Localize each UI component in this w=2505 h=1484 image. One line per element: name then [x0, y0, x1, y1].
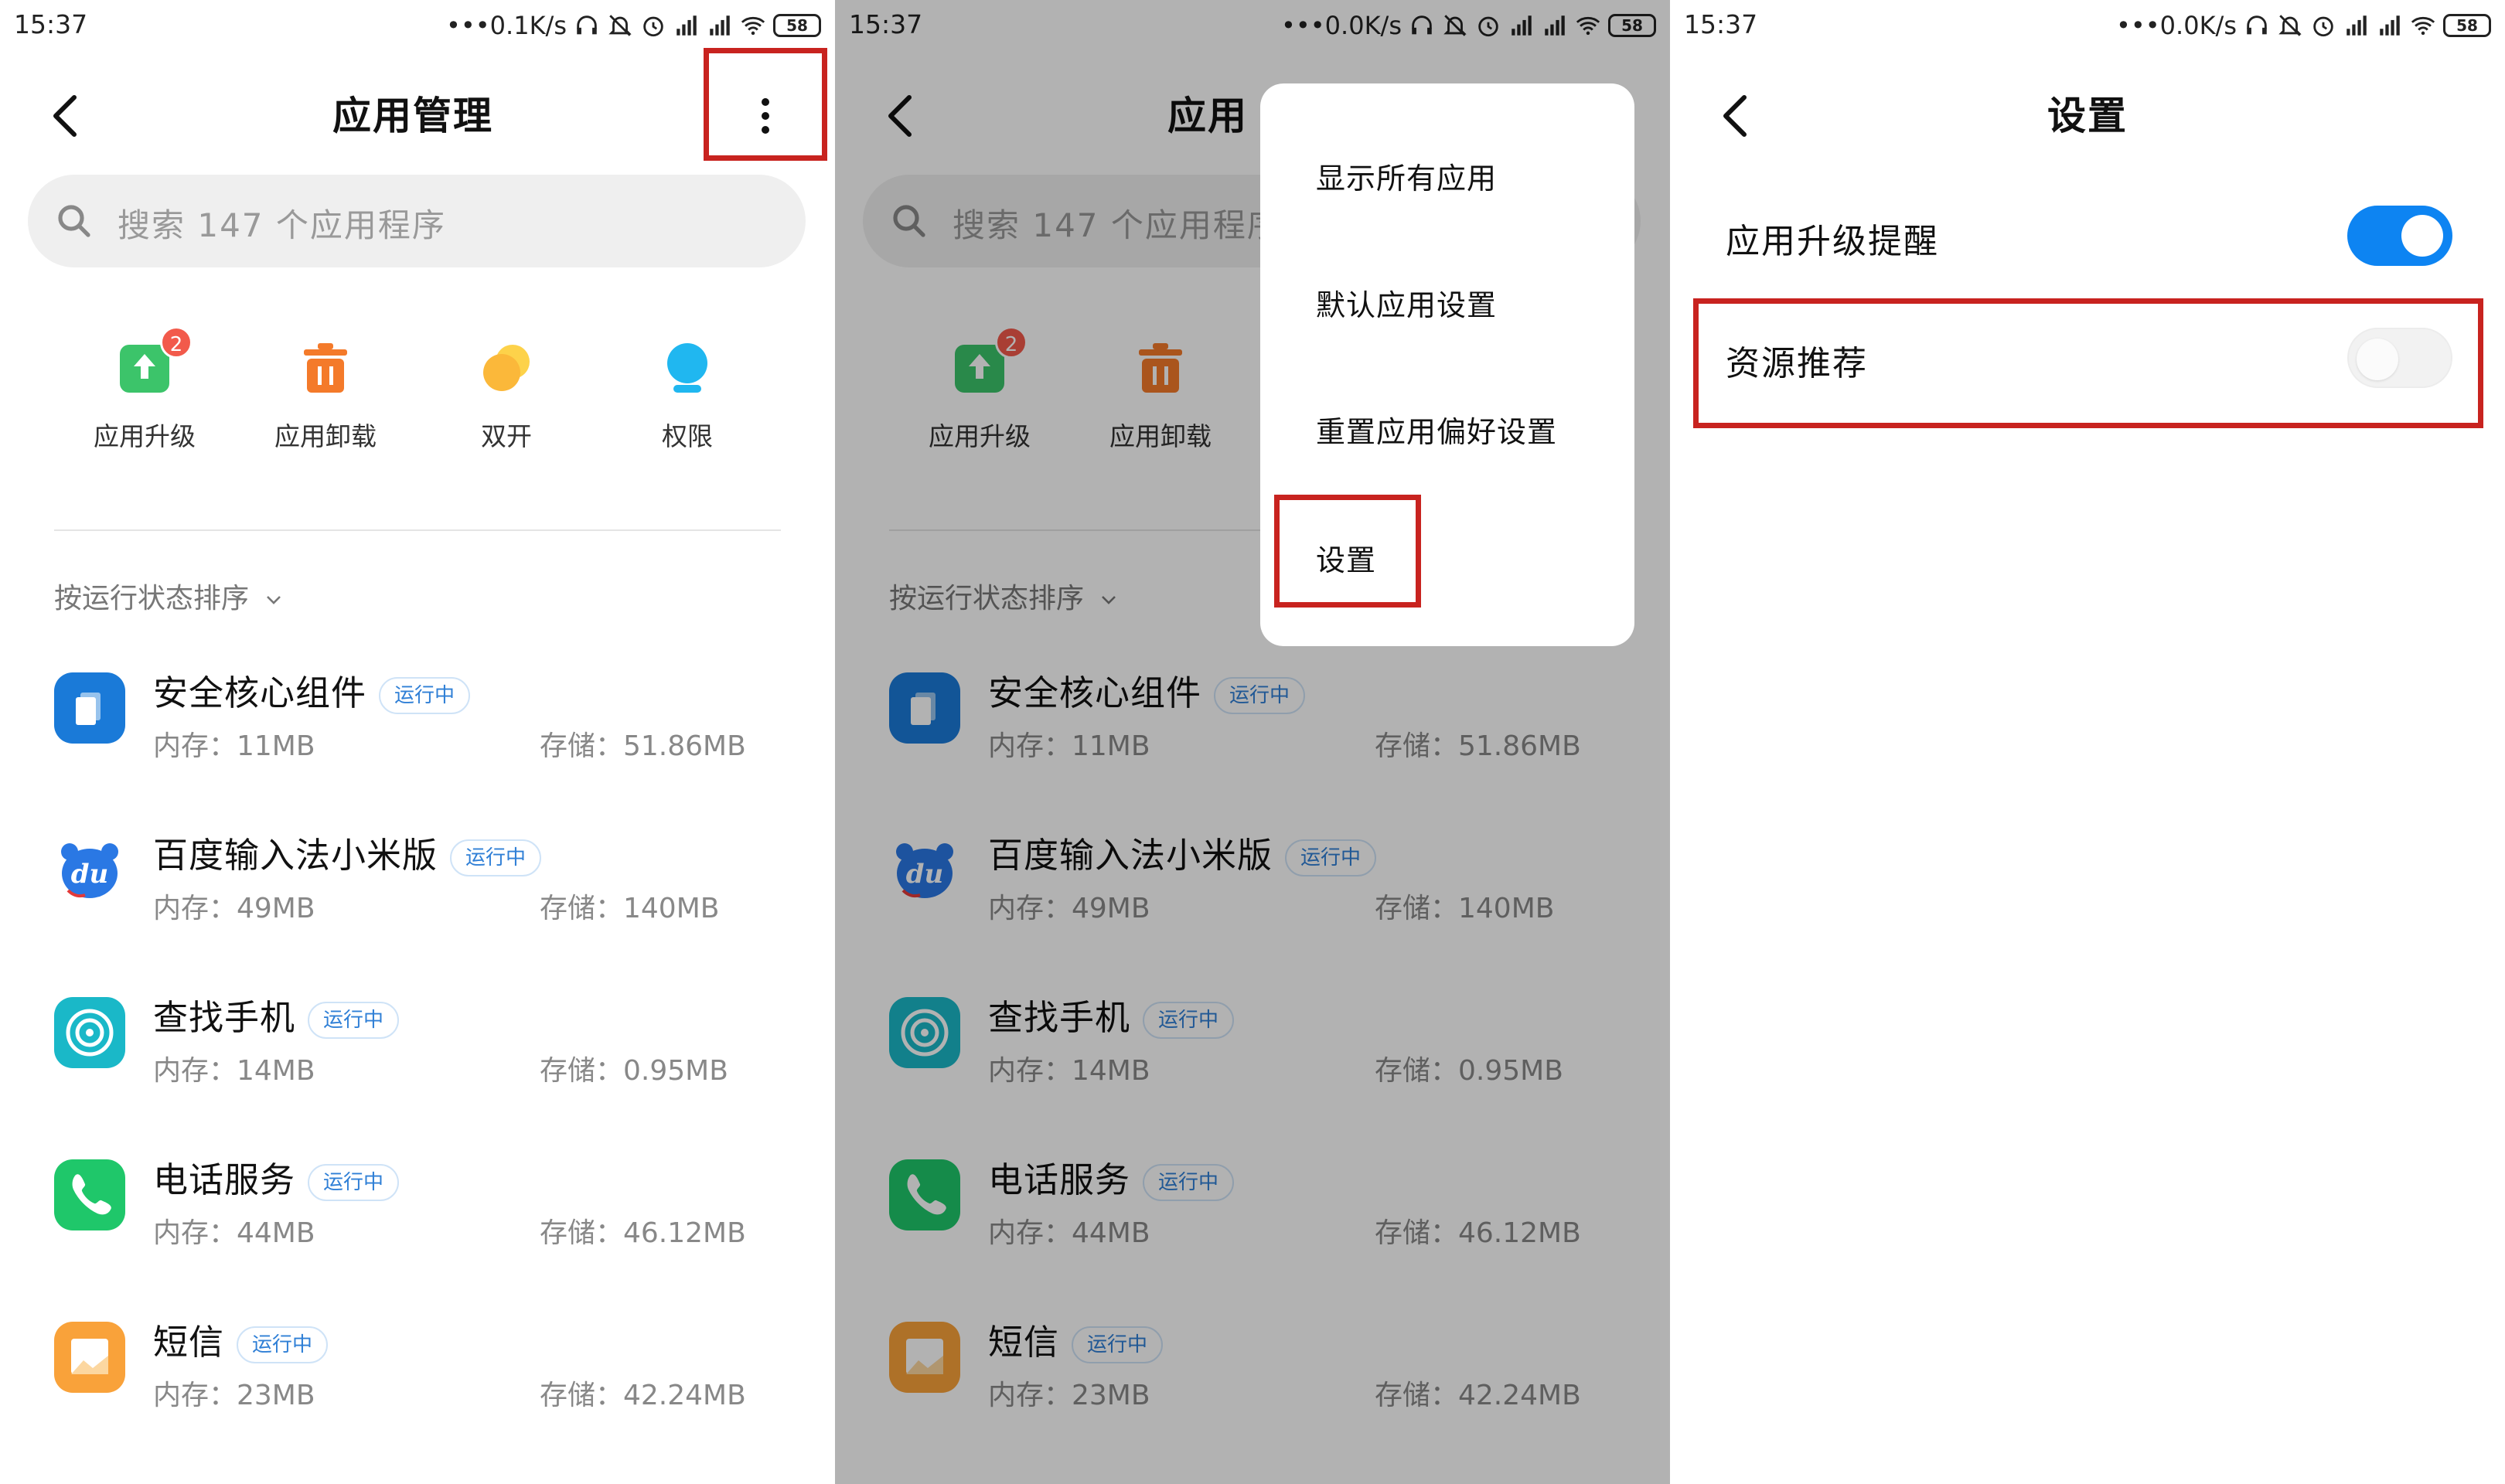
app-memory: 内存：11MB	[153, 730, 315, 762]
app-name: 安全核心组件	[153, 672, 367, 713]
app-name: 查找手机	[153, 997, 296, 1038]
battery-icon: 58	[2443, 14, 2491, 37]
status-bar: 15:37 •••0.0K/s 58	[1670, 0, 2505, 51]
running-badge: 运行中	[308, 1002, 400, 1039]
signal-icon	[2380, 15, 2400, 36]
list-item[interactable]: 查找手机 运行中 内存：14MB 存储：0.95MB	[54, 989, 796, 1098]
wifi-icon	[2411, 16, 2435, 36]
setting-row-upgrade-reminder[interactable]: 应用升级提醒	[1726, 206, 2452, 275]
app-storage: 存储：46.12MB	[540, 1217, 746, 1249]
status-time: 15:37	[14, 9, 88, 39]
screenshot-composite: 15:37 •••0.1K/s 58 应用管理 搜索 147 个应用程序 2 应…	[0, 0, 2505, 1484]
dual-app-icon	[483, 345, 530, 391]
signal-icon	[2347, 15, 2367, 36]
search-icon	[58, 205, 90, 237]
permission-icon	[667, 343, 707, 393]
highlight-box-settings	[1274, 495, 1421, 608]
list-item[interactable]: 安全核心组件 运行中 内存：11MB 存储：51.86MB	[54, 665, 796, 773]
sort-dropdown[interactable]: 按运行状态排序	[54, 576, 283, 616]
running-badge: 运行中	[379, 677, 471, 714]
quick-action-label: 应用升级	[94, 421, 196, 451]
app-memory: 内存：44MB	[153, 1217, 315, 1249]
signal-icon	[677, 15, 697, 36]
phone-service-icon	[54, 1159, 125, 1230]
app-name: 电话服务	[153, 1159, 296, 1200]
running-badge: 运行中	[450, 839, 542, 876]
network-speed: •••0.1K/s	[446, 11, 567, 40]
app-storage: 存储：140MB	[540, 893, 720, 924]
status-bar: 15:37 •••0.1K/s 58	[0, 0, 835, 51]
divider	[54, 529, 781, 531]
setting-label: 应用升级提醒	[1726, 222, 1939, 261]
settings-screen: 15:37 •••0.0K/s 58 设置 应用升级提醒 资源推荐	[1670, 0, 2505, 1484]
security-core-icon	[54, 672, 125, 744]
wifi-icon	[741, 16, 765, 36]
svg-text:du: du	[71, 859, 109, 890]
chevron-down-icon	[267, 596, 281, 604]
list-item[interactable]: 电话服务 运行中 内存：44MB 存储：46.12MB	[54, 1152, 796, 1260]
app-memory: 内存：14MB	[153, 1055, 315, 1087]
alarm-icon	[2313, 16, 2333, 37]
app-manager-menu-screen: 15:37 •••0.0K/s 58 应用 搜索 147 个应用程序 2 应用升…	[835, 0, 1670, 1484]
status-time: 15:37	[1684, 9, 1758, 39]
upgrade-reminder-toggle[interactable]	[2347, 206, 2452, 266]
overflow-menu: 显示所有应用 默认应用设置 重置应用偏好设置 设置	[1260, 83, 1634, 646]
alarm-icon	[643, 16, 663, 37]
headset-icon	[2247, 15, 2267, 35]
signal-icon	[710, 15, 730, 36]
app-storage: 存储：51.86MB	[540, 730, 746, 762]
quick-action-permissions[interactable]: 权限	[598, 340, 776, 453]
highlight-box-resource-recommend	[1693, 298, 2483, 428]
search-bar[interactable]: 搜索 147 个应用程序	[28, 175, 806, 267]
app-storage: 存储：0.95MB	[540, 1055, 728, 1087]
app-memory: 内存：23MB	[153, 1380, 315, 1411]
app-name: 百度输入法小米版	[153, 835, 438, 876]
quick-action-label: 权限	[662, 421, 713, 451]
running-badge: 运行中	[308, 1164, 400, 1201]
app-name: 短信	[153, 1322, 225, 1363]
quick-action-label: 应用卸载	[274, 421, 377, 451]
search-placeholder: 搜索 147 个应用程序	[118, 206, 446, 244]
quick-action-label: 双开	[481, 421, 532, 451]
menu-item-default-apps[interactable]: 默认应用设置	[1316, 281, 1497, 324]
headset-icon	[577, 15, 597, 35]
network-speed: •••0.0K/s	[2116, 11, 2237, 40]
sort-label: 按运行状态排序	[54, 583, 250, 614]
menu-item-reset-preferences[interactable]: 重置应用偏好设置	[1316, 408, 1557, 451]
bell-mute-icon	[608, 15, 632, 36]
app-memory: 内存：49MB	[153, 893, 315, 924]
running-badge: 运行中	[237, 1326, 329, 1363]
quick-action-uninstall[interactable]: 应用卸载	[237, 340, 414, 453]
quick-action-dual-app[interactable]: 双开	[418, 340, 595, 453]
highlight-box-more	[704, 48, 827, 161]
quick-action-upgrade[interactable]: 2 应用升级	[56, 326, 233, 453]
upgrade-count-badge: 2	[160, 326, 193, 359]
sms-icon	[54, 1322, 125, 1393]
baidu-ime-icon: du	[54, 835, 125, 906]
bell-mute-icon	[2278, 15, 2302, 36]
find-phone-icon	[54, 997, 125, 1068]
menu-item-show-all-apps[interactable]: 显示所有应用	[1316, 155, 1497, 197]
battery-icon: 58	[773, 14, 821, 37]
list-item[interactable]: du 百度输入法小米版 运行中 内存：49MB 存储：140MB	[54, 827, 796, 935]
page-title: 设置	[2047, 94, 2128, 138]
list-item[interactable]: 短信 运行中 内存：23MB 存储：42.24MB	[54, 1314, 796, 1422]
trash-icon	[304, 343, 347, 393]
app-manager-screen: 15:37 •••0.1K/s 58 应用管理 搜索 147 个应用程序 2 应…	[0, 0, 835, 1484]
app-storage: 存储：42.24MB	[540, 1380, 746, 1411]
